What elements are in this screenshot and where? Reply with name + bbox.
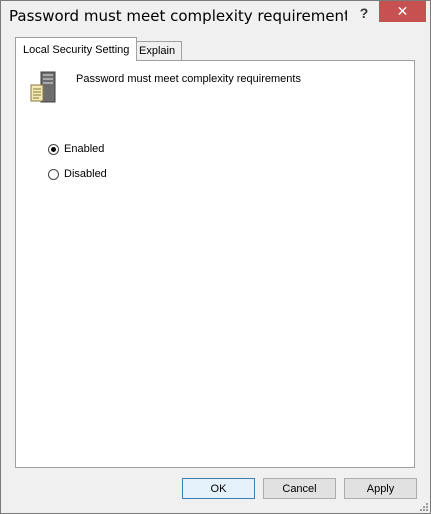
window-title: Password must meet complexity requiremen… [9, 7, 347, 25]
title-bar[interactable]: Password must meet complexity requiremen… [1, 1, 430, 31]
ok-button[interactable]: OK [182, 478, 255, 499]
radio-enabled[interactable]: Enabled [48, 143, 104, 155]
close-button[interactable]: ✕ [379, 1, 426, 22]
radio-disabled-label: Disabled [64, 168, 107, 180]
radio-enabled-button[interactable] [48, 143, 59, 155]
resize-grip-icon[interactable] [418, 501, 428, 511]
tab-local-security-setting[interactable]: Local Security Setting [15, 37, 138, 61]
radio-enabled-label: Enabled [64, 143, 105, 155]
radio-disabled-button[interactable] [48, 168, 59, 180]
tab-explain[interactable]: Explain [132, 41, 183, 60]
apply-button[interactable]: Apply [344, 478, 417, 499]
server-policy-icon [30, 71, 56, 103]
help-button[interactable]: ? [351, 3, 377, 23]
cancel-button[interactable]: Cancel [263, 478, 336, 499]
tab-panel: Password must meet complexity requiremen… [15, 60, 415, 468]
policy-name: Password must meet complexity requiremen… [76, 73, 301, 85]
radio-disabled[interactable]: Disabled [48, 168, 107, 180]
properties-dialog: Password must meet complexity requiremen… [0, 0, 431, 514]
